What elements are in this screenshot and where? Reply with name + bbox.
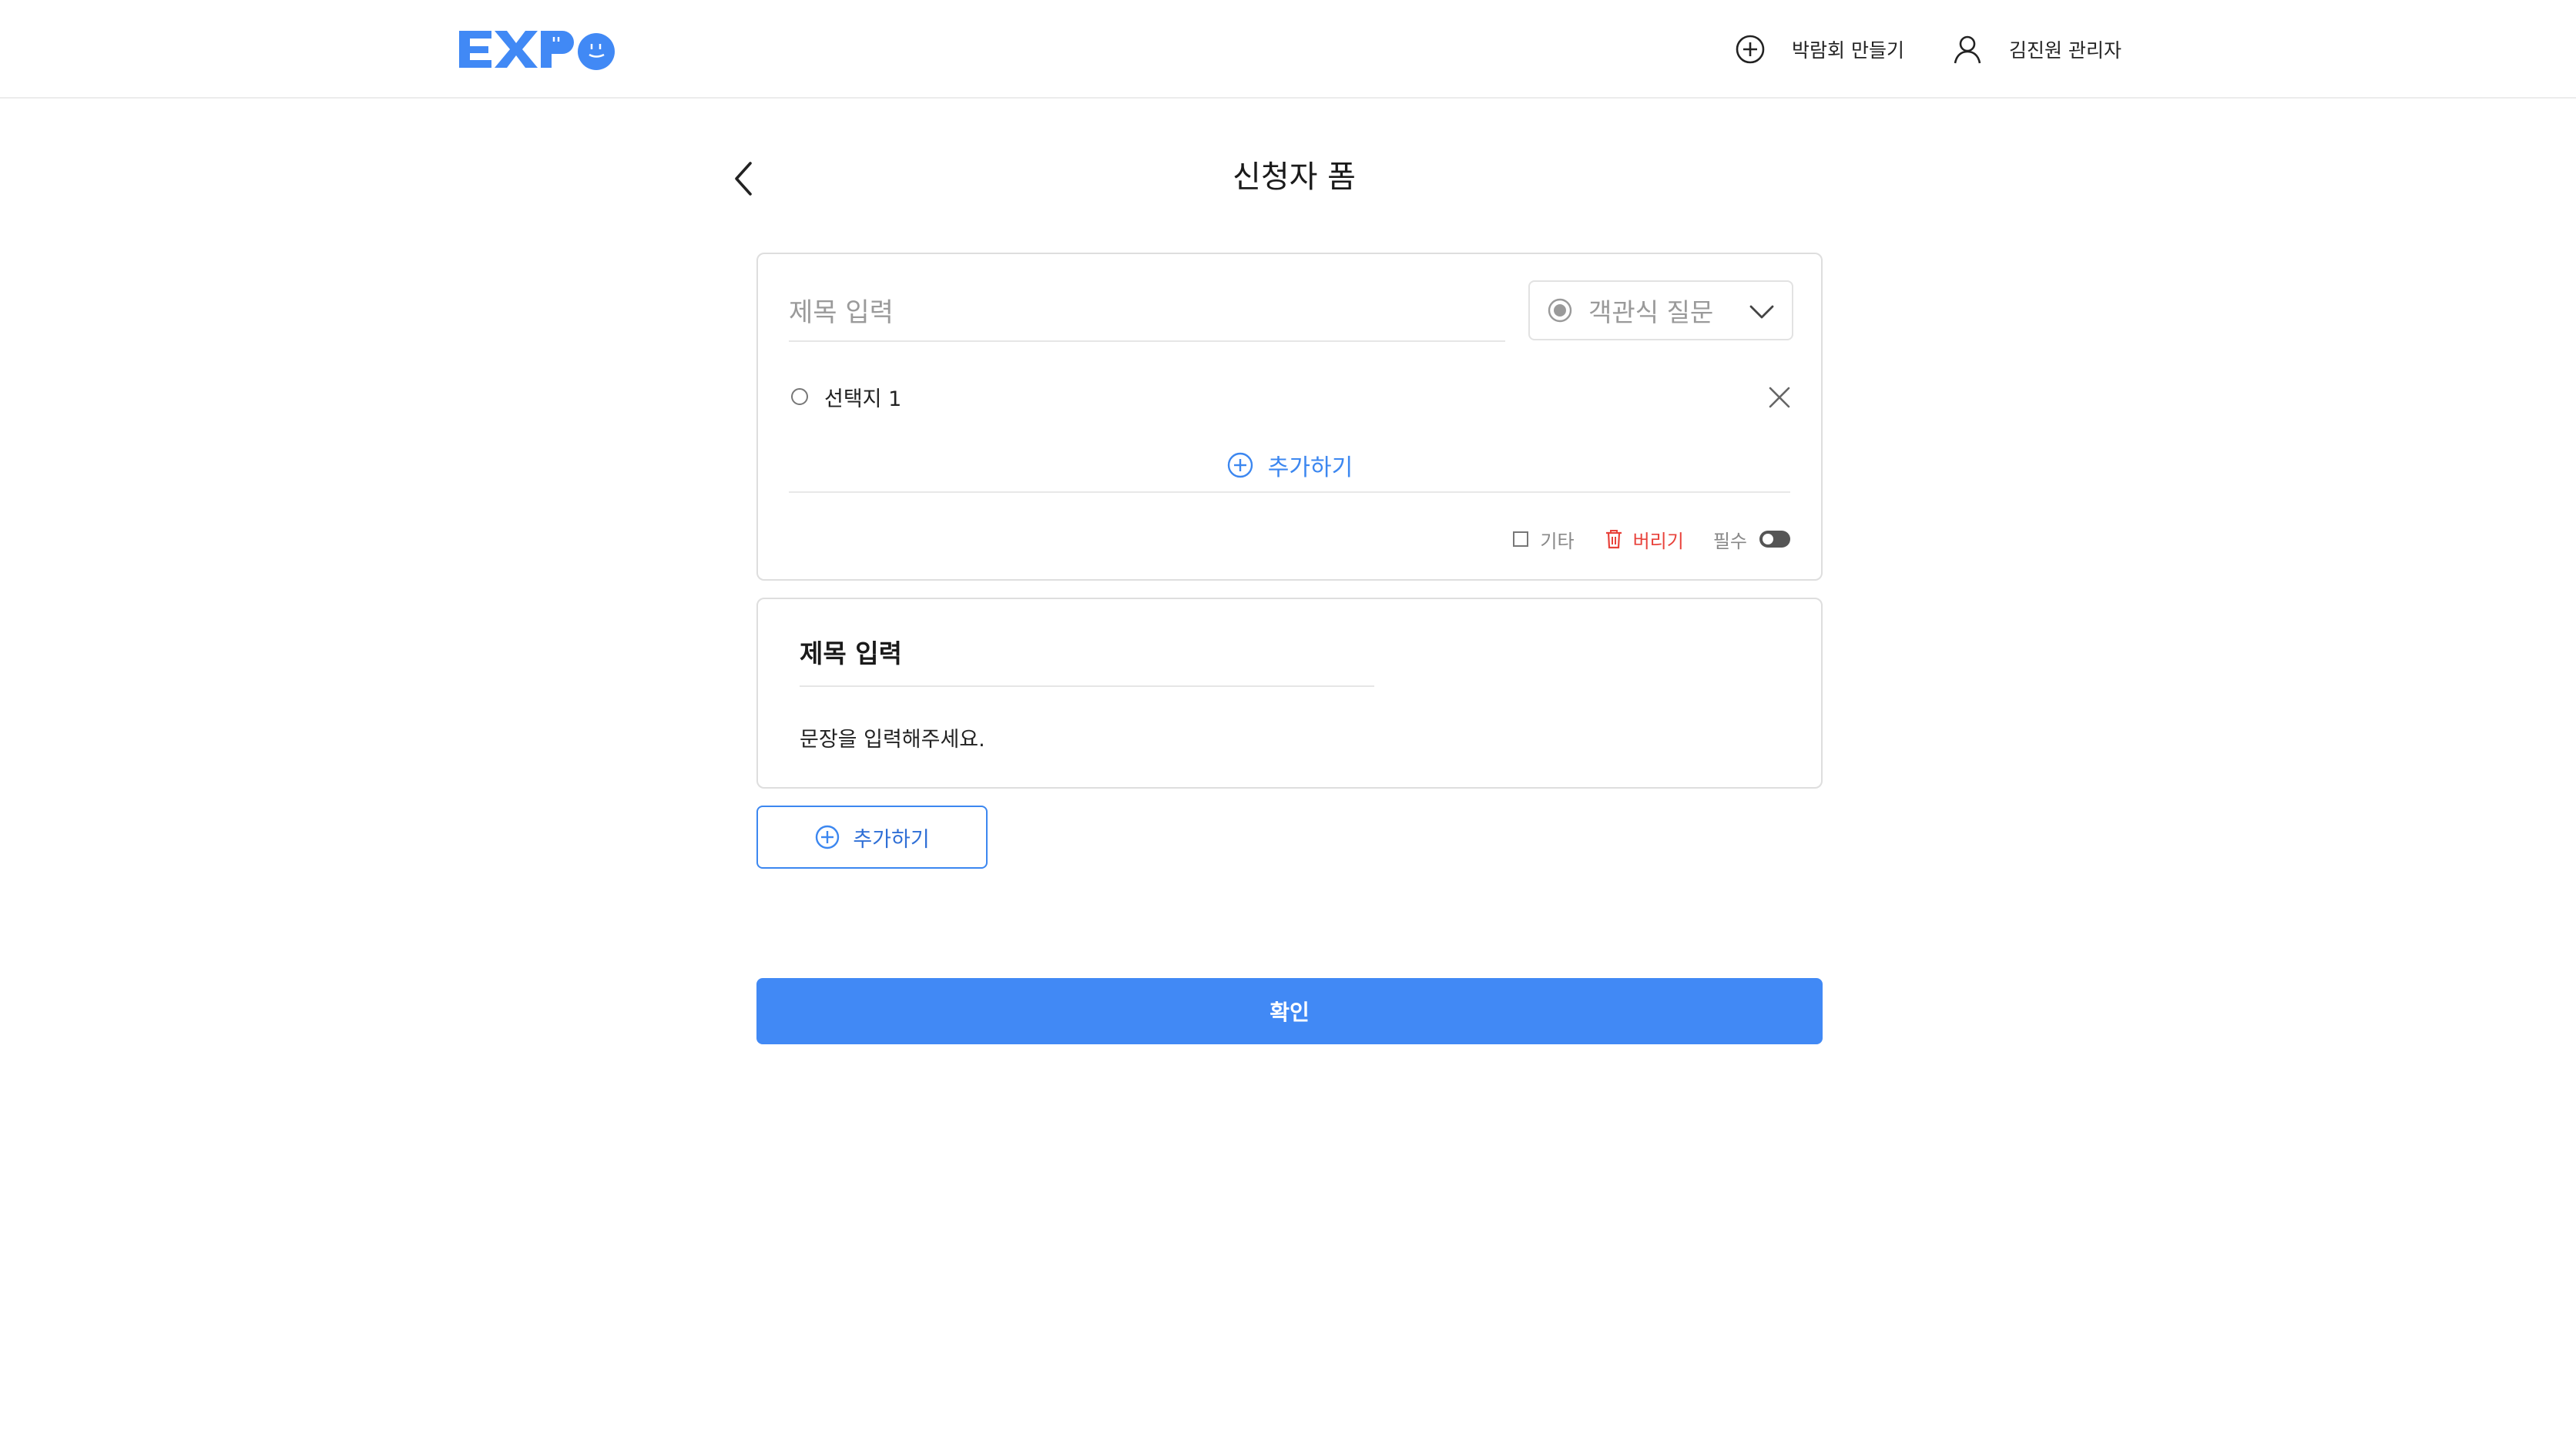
add-option-label: 추가하기 — [1267, 454, 1353, 481]
question-title-input[interactable] — [789, 285, 1505, 342]
user-name-label: 김진원 관리자 — [2009, 39, 2122, 62]
option-item: 선택지 1 — [790, 376, 1792, 417]
plus-circle-icon — [1736, 35, 1765, 64]
question-type-label: 객관식 질문 — [1588, 297, 1714, 327]
top-header: 박람회 만들기 김진원 관리자 — [0, 0, 2576, 99]
add-option-button[interactable]: 추가하기 — [789, 439, 1790, 493]
trash-icon — [1605, 530, 1622, 549]
create-expo-label: 박람회 만들기 — [1792, 39, 1904, 62]
plus-circle-icon — [816, 825, 840, 849]
page-title-text: 신청자 폼 — [1233, 159, 1356, 195]
question-card-text: 제목 입력 문장을 입력해주세요. — [756, 598, 1823, 789]
discard-question-button[interactable]: 버리기 — [1605, 526, 1684, 553]
question-body-text[interactable]: 문장을 입력해주세요. — [800, 722, 985, 752]
create-expo-button[interactable]: 박람회 만들기 — [1735, 31, 1904, 68]
checkbox-icon — [1513, 531, 1529, 547]
option-label[interactable]: 선택지 1 — [824, 382, 901, 412]
chevron-down-icon — [1749, 305, 1774, 319]
etc-option-checkbox[interactable]: 기타 — [1512, 526, 1575, 553]
add-question-label: 추가하기 — [853, 827, 930, 852]
page-title: 신청자 폼 — [0, 154, 2576, 200]
required-toggle[interactable] — [1759, 531, 1790, 548]
user-icon — [1954, 35, 1981, 64]
close-icon[interactable] — [1767, 385, 1792, 410]
radio-empty-icon[interactable] — [790, 387, 809, 406]
question-card-multiple-choice: 객관식 질문 선택지 1 추가하기 기타 — [756, 253, 1823, 581]
expo-logo[interactable] — [459, 28, 616, 71]
user-menu-button[interactable]: 김진원 관리자 — [1952, 31, 2122, 68]
required-toggle-group: 필수 — [1713, 526, 1790, 553]
question-title[interactable]: 제목 입력 — [800, 632, 1374, 687]
required-label: 필수 — [1712, 530, 1747, 552]
question-card-footer: 기타 버리기 필수 — [1512, 524, 1790, 554]
add-question-button[interactable]: 추가하기 — [756, 806, 988, 869]
question-type-select[interactable]: 객관식 질문 — [1528, 280, 1793, 340]
radio-selected-icon — [1548, 298, 1572, 323]
plus-circle-icon — [1227, 452, 1253, 478]
discard-label: 버리기 — [1632, 530, 1684, 552]
confirm-button[interactable]: 확인 — [756, 978, 1823, 1044]
etc-label: 기타 — [1540, 530, 1575, 552]
